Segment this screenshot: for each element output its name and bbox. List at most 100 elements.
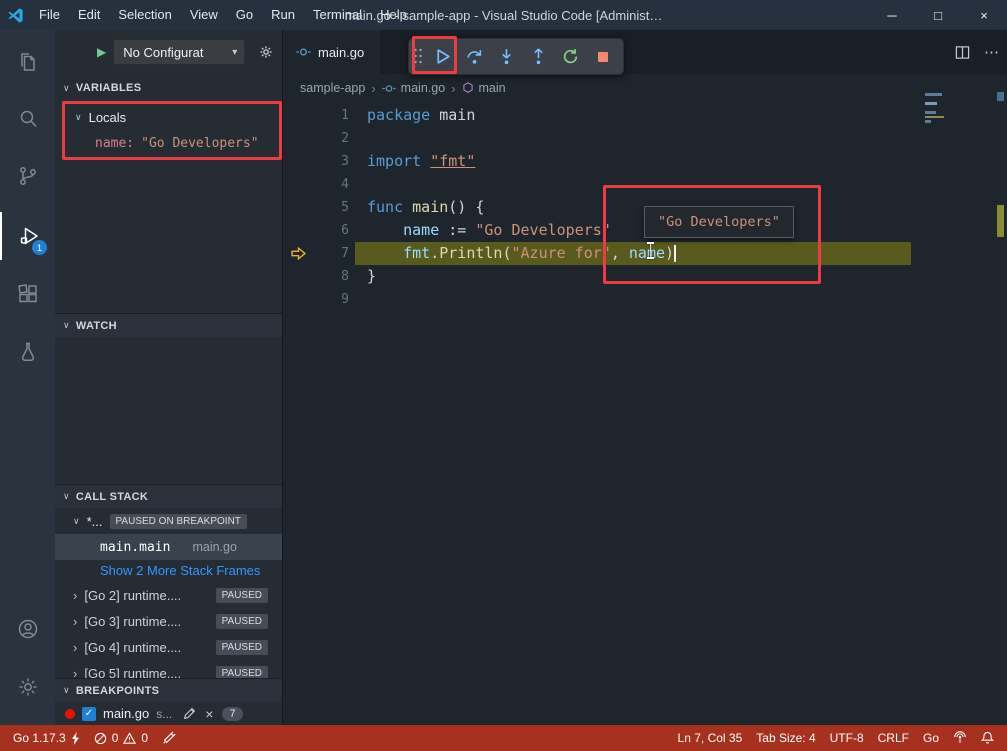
callstack-frame-row-selected[interactable]: main.main main.go xyxy=(55,534,282,560)
callstack-goroutine-row[interactable]: ›[Go 5] runtime....PAUSED xyxy=(55,660,282,678)
variable-row[interactable]: name: "Go Developers" xyxy=(55,130,282,156)
callstack-goroutine-row[interactable]: ›[Go 2] runtime....PAUSED xyxy=(55,582,282,608)
line-gutter[interactable]: 4 xyxy=(283,173,355,196)
remove-breakpoint-icon[interactable]: × xyxy=(205,706,213,722)
code-line-9[interactable]: 9 xyxy=(283,288,1007,311)
menu-selection[interactable]: Selection xyxy=(109,0,180,30)
maximize-button[interactable]: □ xyxy=(915,0,961,30)
breakpoint-checkbox[interactable]: ✓ xyxy=(82,707,96,721)
line-gutter[interactable]: 7 xyxy=(283,242,355,265)
menu-view[interactable]: View xyxy=(181,0,227,30)
go-version-item[interactable]: Go 1.17.3 xyxy=(6,725,87,751)
variable-value: "Go Developers" xyxy=(141,136,258,151)
breakpoint-row[interactable]: ✓ main.go s... × 7 xyxy=(55,702,282,725)
testing-flask-icon[interactable] xyxy=(0,328,55,376)
code-text[interactable]: fmt.Println("Azure for", name) xyxy=(355,242,911,265)
source-control-icon[interactable] xyxy=(0,152,55,200)
close-button[interactable]: × xyxy=(961,0,1007,30)
debug-toolbar xyxy=(408,38,624,75)
encoding-item[interactable]: UTF-8 xyxy=(823,731,871,745)
tab-main-go[interactable]: main.go xyxy=(283,30,380,74)
line-number: 9 xyxy=(341,288,349,311)
code-line-7[interactable]: 7 fmt.Println("Azure for", name) xyxy=(283,242,1007,265)
toolbar-drag-handle[interactable] xyxy=(413,47,423,67)
run-debug-icon[interactable]: 1 xyxy=(0,212,55,260)
breakpoints-section-header[interactable]: ∨ BREAKPOINTS xyxy=(55,678,282,702)
locals-scope-row[interactable]: ∨ Locals xyxy=(55,104,282,130)
breadcrumb: sample-app › main.go › main xyxy=(283,74,1007,102)
code-line-2[interactable]: 2 xyxy=(283,127,1007,150)
cursor-position-item[interactable]: Ln 7, Col 35 xyxy=(671,731,750,745)
split-editor-icon[interactable] xyxy=(955,45,970,60)
code-text[interactable]: package main xyxy=(355,104,911,127)
step-into-icon xyxy=(498,48,515,65)
chevron-down-icon: ∨ xyxy=(63,83,70,94)
menu-edit[interactable]: Edit xyxy=(69,0,109,30)
line-gutter[interactable]: 2 xyxy=(283,127,355,150)
step-out-button[interactable] xyxy=(524,42,553,71)
debug-session-item[interactable] xyxy=(155,725,183,751)
callstack-section-header[interactable]: ∨ CALL STACK xyxy=(55,484,282,508)
show-more-frames-link[interactable]: Show 2 More Stack Frames xyxy=(55,560,282,580)
step-into-button[interactable] xyxy=(492,42,521,71)
code-text[interactable]: func main() { xyxy=(355,196,911,219)
line-number: 6 xyxy=(341,219,349,242)
minimize-button[interactable]: ─ xyxy=(869,0,915,30)
tab-size-item[interactable]: Tab Size: 4 xyxy=(749,731,822,745)
remote-indicator-icon[interactable] xyxy=(946,731,974,744)
settings-gear-icon[interactable] xyxy=(0,663,55,711)
debug-config-dropdown[interactable]: No Configurat ▾ xyxy=(113,39,245,65)
minimap[interactable] xyxy=(925,93,955,125)
line-gutter[interactable]: 9 xyxy=(283,288,355,311)
breakpoint-dot-icon xyxy=(65,709,75,719)
code-line-4[interactable]: 4 xyxy=(283,173,1007,196)
watch-section-header[interactable]: ∨ WATCH xyxy=(55,313,282,337)
menu-run[interactable]: Run xyxy=(262,0,304,30)
variables-section-header[interactable]: ∨ VARIABLES xyxy=(55,76,282,100)
line-gutter[interactable]: 1 xyxy=(283,104,355,127)
debug-settings-gear-icon[interactable] xyxy=(258,44,274,60)
more-actions-icon[interactable]: ⋯ xyxy=(984,43,999,61)
code-text[interactable]: import "fmt" xyxy=(355,150,911,173)
breakpoints-header-label: BREAKPOINTS xyxy=(76,685,159,697)
continue-button[interactable] xyxy=(428,42,457,71)
notifications-bell-icon[interactable] xyxy=(974,731,1001,745)
code-text[interactable] xyxy=(355,127,911,150)
callstack-goroutine-row[interactable]: ›[Go 3] runtime....PAUSED xyxy=(55,608,282,634)
breadcrumb-symbol[interactable]: main xyxy=(462,81,506,95)
line-gutter[interactable]: 8 xyxy=(283,265,355,288)
code-text[interactable] xyxy=(355,173,911,196)
language-item[interactable]: Go xyxy=(916,731,946,745)
callstack-thread-row[interactable]: ∨ *... PAUSED ON BREAKPOINT xyxy=(55,508,282,534)
code-text[interactable] xyxy=(355,288,911,311)
callstack-goroutine-row[interactable]: ›[Go 4] runtime....PAUSED xyxy=(55,634,282,660)
code-line-8[interactable]: 8} xyxy=(283,265,1007,288)
restart-button[interactable] xyxy=(556,42,585,71)
menu-file[interactable]: File xyxy=(30,0,69,30)
search-icon[interactable] xyxy=(0,95,55,143)
breadcrumb-folder[interactable]: sample-app xyxy=(300,81,365,95)
go-file-icon xyxy=(382,83,396,94)
menu-go[interactable]: Go xyxy=(227,0,262,30)
code-line-1[interactable]: 1package main xyxy=(283,104,1007,127)
breadcrumb-file[interactable]: main.go xyxy=(382,81,445,95)
code-line-3[interactable]: 3import "fmt" xyxy=(283,150,1007,173)
chevron-down-icon: ∨ xyxy=(75,112,82,123)
explorer-icon[interactable] xyxy=(0,38,55,86)
line-gutter[interactable]: 3 xyxy=(283,150,355,173)
code-text[interactable]: name := "Go Developers" xyxy=(355,219,911,242)
code-text[interactable]: } xyxy=(355,265,911,288)
step-over-button[interactable] xyxy=(460,42,489,71)
stop-button[interactable] xyxy=(588,42,617,71)
problems-item[interactable]: 0 0 xyxy=(87,725,155,751)
warnings-icon xyxy=(123,732,136,745)
debug-sidebar-toolbar: ▶ No Configurat ▾ xyxy=(55,30,282,74)
line-gutter[interactable]: 5 xyxy=(283,196,355,219)
line-gutter[interactable]: 6 xyxy=(283,219,355,242)
edit-breakpoint-icon[interactable] xyxy=(183,707,196,720)
start-debug-icon[interactable]: ▶ xyxy=(97,45,106,59)
account-icon[interactable] xyxy=(0,605,55,653)
eol-item[interactable]: CRLF xyxy=(871,731,916,745)
extensions-icon[interactable] xyxy=(0,270,55,318)
vscode-logo-icon xyxy=(0,7,30,24)
